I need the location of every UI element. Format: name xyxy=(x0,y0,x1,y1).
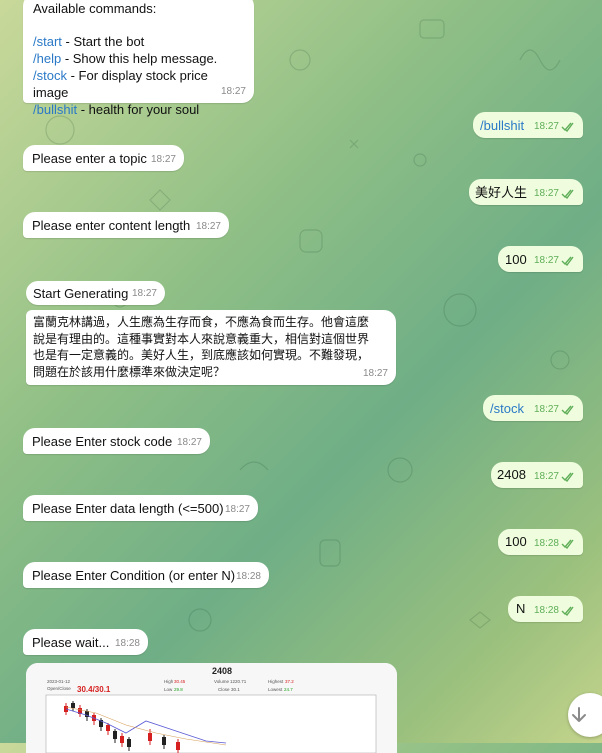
chart-highest-label: Highest xyxy=(268,679,284,684)
arrow-down-icon xyxy=(572,707,586,722)
chart-lowest-label: Lowest xyxy=(268,687,283,692)
incoming-message-topic-prompt: Please enter a topic 18:27 xyxy=(23,145,184,171)
stock-chart-svg: 2408 2023-01-12 Open/Close 30.4/30.1 Hig… xyxy=(26,663,397,753)
incoming-message-length-prompt: Please enter content length 18:27 xyxy=(23,212,229,238)
scroll-down-button[interactable] xyxy=(568,693,602,737)
chart-open-close-label: Open/Close xyxy=(47,686,71,691)
chart-lowest-value: 24.7 xyxy=(284,687,293,692)
outgoing-message-datalength: 100 18:28 xyxy=(498,529,583,555)
incoming-message-datalength-prompt: Please Enter data length (<=500) 18:27 xyxy=(23,495,258,521)
outgoing-message-topic: 美好人生 18:27 xyxy=(469,179,583,205)
command-link-start[interactable]: /start xyxy=(33,34,62,49)
incoming-message-please-wait: Please wait... 18:28 xyxy=(23,629,148,655)
double-check-icon xyxy=(561,405,574,415)
help-item-stock: /stock - For display stock price image xyxy=(33,68,208,100)
chart-volume-label: Volume xyxy=(214,679,230,684)
message-time: 18:27 xyxy=(220,86,246,97)
double-check-icon xyxy=(561,539,574,549)
outgoing-message-bullshit: /bullshit 18:27 xyxy=(473,112,583,138)
help-item-help: /help - Show this help message. xyxy=(33,51,218,66)
outgoing-message-length: 100 18:27 xyxy=(498,246,583,272)
incoming-message-code-prompt: Please Enter stock code 18:27 xyxy=(23,428,210,454)
chart-low-value: 29.8 xyxy=(174,687,183,692)
stock-chart-image[interactable]: 2408 2023-01-12 Open/Close 30.4/30.1 Hig… xyxy=(26,663,397,753)
help-message: Available commands: /start - Start the b… xyxy=(23,0,254,117)
double-check-icon xyxy=(561,472,574,482)
chart-open-close-value: 30.4/30.1 xyxy=(77,685,111,694)
chart-high-label: High xyxy=(164,679,174,684)
chart-date: 2023-01-12 xyxy=(47,679,71,684)
incoming-message-condition-prompt: Please Enter Condition (or enter N) 18:2… xyxy=(23,562,269,588)
incoming-message-generated-text: 富蘭克林講過，人生應為生存而食，不應為食而生存。他會這麼 說是有理由的。這種事實… xyxy=(26,310,396,385)
command-link-help[interactable]: /help xyxy=(33,51,61,66)
chart-volume-value: 1220.71 xyxy=(230,679,247,684)
outgoing-message-condition: N 18:28 xyxy=(508,596,583,622)
chart-high-value: 30.45 xyxy=(174,679,186,684)
outgoing-message-stock: /stock 18:27 xyxy=(483,395,583,421)
double-check-icon xyxy=(561,256,574,266)
chart-close-label: Close xyxy=(218,687,230,692)
double-check-icon xyxy=(561,122,574,132)
chart-close-value: 30.1 xyxy=(231,687,240,692)
help-item-bullshit: /bullshit - health for your soul xyxy=(33,102,200,117)
chart-highest-value: 37.2 xyxy=(285,679,294,684)
command-link-bullshit[interactable]: /bullshit xyxy=(33,102,77,117)
command-link-stock[interactable]: /stock xyxy=(33,68,67,83)
chart-plot-area xyxy=(45,694,377,753)
outgoing-message-code: 2408 18:27 xyxy=(491,462,583,488)
double-check-icon xyxy=(561,606,574,616)
help-header: Available commands: xyxy=(33,1,157,16)
incoming-message-start-generating: Start Generating 18:27 xyxy=(26,281,165,305)
help-item-start: /start - Start the bot xyxy=(33,34,145,49)
chart-low-label: Low xyxy=(164,687,173,692)
chart-title: 2408 xyxy=(212,666,232,676)
double-check-icon xyxy=(561,189,574,199)
